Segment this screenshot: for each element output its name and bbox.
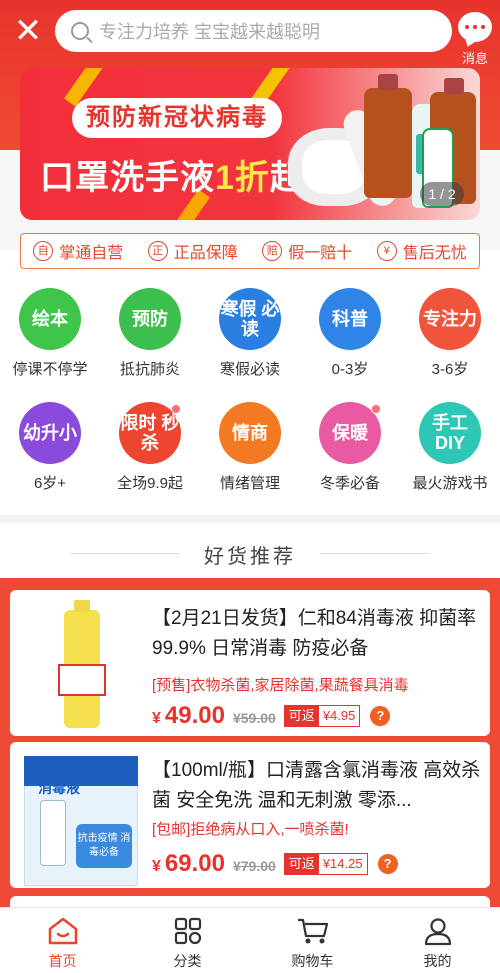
authentic-icon: 正: [147, 241, 168, 261]
currency-symbol: ¥: [152, 710, 161, 727]
disinfectant-bottle-image: [364, 74, 412, 198]
guarantee-bar: 自掌通自营 正正品保障 赔假一赔十 ¥ 售后无忧: [20, 233, 480, 269]
rocket-icon: 科普: [319, 288, 381, 350]
flash-sale-icon: 限时 秒杀: [119, 402, 181, 464]
diy-icon: 手工 DIY: [419, 402, 481, 464]
guarantee-item: ¥ 售后无忧: [376, 239, 467, 263]
original-price: ¥79.00: [232, 858, 276, 874]
category-winter-reading[interactable]: 寒假 必读 寒假必读: [200, 288, 300, 379]
category-science[interactable]: 科普 0-3岁: [300, 288, 400, 379]
message-button[interactable]: 消息: [455, 12, 495, 67]
guarantee-item: 自掌通自营: [33, 239, 123, 263]
search-input[interactable]: 专注力培养 宝宝越来越聪明: [55, 10, 452, 52]
product-title: 【100ml/瓶】口清露含氯消毒液 高效杀菌 安全免洗 温和无刺激 零添...: [152, 760, 481, 811]
box-title: 消毒液: [38, 780, 80, 796]
box-tag: 抗击疫情 消毒必备: [76, 824, 132, 868]
top-bar: ✕ 专注力培养 宝宝越来越聪明 消息: [0, 0, 500, 70]
banner-pill: 预防新冠状病毒: [72, 98, 282, 138]
user-icon: [375, 915, 500, 947]
bottom-tab-bar: 首页 分类 购物车 我的: [0, 907, 500, 973]
category-focus[interactable]: 专注力 3-6岁: [400, 288, 500, 379]
banner-pager: 1 / 2: [420, 182, 464, 206]
bottle-label: [58, 664, 106, 696]
book-icon: 寒假 必读: [219, 288, 281, 350]
cart-icon: [250, 915, 375, 947]
self-operated-icon: 自: [33, 241, 54, 261]
product-feed: 【2月21日发货】仁和84消毒液 抑菌率99.9% 日常消毒 防疫必备 [预售]…: [0, 578, 500, 936]
tab-home[interactable]: 首页: [0, 908, 125, 973]
product-subtitle: [预售]衣物杀菌,家居除菌,果蔬餐具消毒: [152, 677, 409, 694]
search-placeholder: 专注力培养 宝宝越来越聪明: [99, 22, 320, 42]
notification-dot: [371, 404, 381, 414]
close-icon[interactable]: ✕: [10, 14, 46, 50]
original-price: ¥59.00: [232, 710, 276, 726]
product-card[interactable]: 消毒液 抗击疫情 消毒必备 【100ml/瓶】口清露含氯消毒液 高效杀菌 安全免…: [10, 742, 490, 888]
product-title: 【2月21日发货】仁和84消毒液 抑菌率99.9% 日常消毒 防疫必备: [152, 608, 477, 659]
rebate-badge: 可返 ¥4.95: [283, 705, 361, 727]
help-icon[interactable]: ?: [377, 854, 398, 874]
schoolbag-icon: 幼升小: [19, 402, 81, 464]
category-flash-sale[interactable]: 限时 秒杀 全场9.9起: [100, 402, 200, 493]
category-picture-books[interactable]: 绘本 停课不停学: [0, 288, 100, 379]
hourglass-icon: 专注力: [419, 288, 481, 350]
rebate-badge: 可返 ¥14.25: [283, 853, 368, 875]
category-eq[interactable]: 情商 情绪管理: [200, 402, 300, 493]
socks-icon: 保暖: [319, 402, 381, 464]
price-row: ¥ 49.00 ¥59.00 可返 ¥4.95 ?: [152, 702, 391, 730]
product-price: 69.00: [164, 850, 225, 877]
banner-headline: 口罩洗手液1折起: [40, 159, 304, 197]
home-icon: [0, 915, 125, 947]
category-diy[interactable]: 手工 DIY 最火游戏书: [400, 402, 500, 493]
product-card[interactable]: 【2月21日发货】仁和84消毒液 抑菌率99.9% 日常消毒 防疫必备 [预售]…: [10, 590, 490, 736]
search-icon: [71, 22, 89, 40]
section-title: 好货推荐: [0, 540, 500, 569]
chat-bubble-icon: [458, 12, 492, 42]
tab-category[interactable]: 分类: [125, 908, 250, 973]
promo-banner[interactable]: 预防新冠状病毒 口罩洗手液1折起 1 / 2: [20, 68, 480, 220]
category-icon: [125, 915, 250, 947]
help-icon[interactable]: ?: [370, 706, 391, 726]
guarantee-item: 赔假一赔十: [262, 239, 352, 263]
product-subtitle: [包邮]拒绝病从口入,一喷杀菌!: [152, 821, 349, 838]
category-prevention[interactable]: 预防 抵抗肺炎: [100, 288, 200, 379]
spray-bottle-image: [40, 800, 66, 866]
price-row: ¥ 69.00 ¥79.00 可返 ¥14.25 ?: [152, 850, 398, 878]
after-sales-icon: ¥: [376, 241, 397, 261]
product-price: 49.00: [164, 702, 225, 729]
guarantee-item: 正正品保障: [147, 239, 238, 263]
picture-book-icon: 绘本: [19, 288, 81, 350]
message-label: 消息: [461, 51, 488, 66]
currency-symbol: ¥: [152, 858, 161, 875]
section-divider: [0, 515, 500, 523]
tab-cart[interactable]: 购物车: [250, 908, 375, 973]
tab-profile[interactable]: 我的: [375, 908, 500, 973]
notification-dot: [171, 404, 181, 414]
medicine-icon: 预防: [119, 288, 181, 350]
compensation-icon: 赔: [262, 241, 283, 261]
category-warm[interactable]: 保暖 冬季必备: [300, 402, 400, 493]
product-image: 消毒液 抗击疫情 消毒必备: [18, 750, 144, 888]
emotion-book-icon: 情商: [219, 402, 281, 464]
category-primary-prep[interactable]: 幼升小 6岁+: [0, 402, 100, 493]
product-image: [18, 598, 144, 736]
